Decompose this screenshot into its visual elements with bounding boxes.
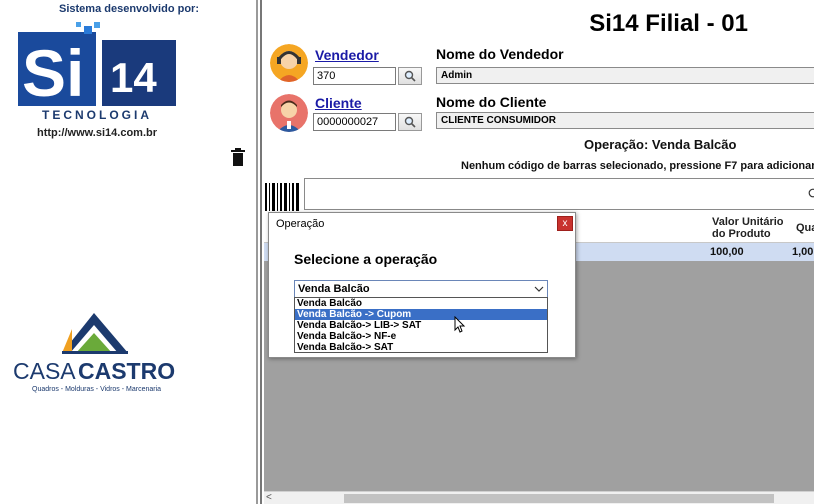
vendedor-code-input[interactable] bbox=[313, 67, 396, 85]
operation-dropdown-list: Venda Balcão Venda Balcão -> Cupom Venda… bbox=[294, 297, 548, 353]
system-label: Sistema desenvolvido por: bbox=[59, 3, 199, 15]
col-unit-price-header: Valor Unitário do Produto bbox=[712, 216, 784, 240]
person-icon bbox=[270, 94, 308, 132]
trash-icon[interactable] bbox=[230, 148, 246, 166]
operation-select-value: Venda Balcão bbox=[298, 283, 370, 295]
cliente-name-field: CLIENTE CONSUMIDOR bbox=[436, 112, 814, 129]
barcode-icon bbox=[265, 183, 299, 211]
scroll-left-arrow-icon[interactable]: < bbox=[266, 492, 272, 503]
horizontal-scrollbar[interactable]: < bbox=[264, 491, 814, 504]
si14-logo-14: 14 bbox=[110, 54, 157, 101]
casa-tagline: Quadros - Molduras - Vidros - Marcenaria bbox=[32, 386, 161, 393]
si14-logo-si: Si bbox=[22, 36, 84, 106]
dropdown-option[interactable]: Venda Balcão bbox=[295, 298, 547, 309]
operation-select[interactable]: Venda Balcão bbox=[294, 280, 548, 298]
operation-label: Operação: Venda Balcão bbox=[584, 137, 737, 152]
barcode-input[interactable] bbox=[304, 178, 814, 210]
dropdown-option[interactable]: Venda Balcão-> SAT bbox=[295, 342, 547, 353]
cliente-name-label: Nome do Cliente bbox=[436, 94, 547, 110]
chevron-down-icon bbox=[534, 286, 544, 292]
logo-subtitle: TECNOLOGIA bbox=[42, 108, 152, 122]
casa-brand-part2: CASTRO bbox=[78, 358, 175, 384]
left-panel: Sistema desenvolvido por: Si 14 TECNOLOG… bbox=[0, 0, 258, 504]
barcode-message: Nenhum código de barras selecionado, pre… bbox=[461, 160, 814, 172]
dialog-heading: Selecione a operação bbox=[294, 251, 438, 267]
cell-unit-price: 100,00 bbox=[710, 246, 744, 258]
page-title: Si14 Filial - 01 bbox=[589, 10, 748, 37]
website-label: http://www.si14.com.br bbox=[37, 127, 157, 139]
vendedor-name-field: Admin bbox=[436, 67, 814, 84]
col-qty-header: Qua bbox=[796, 222, 814, 234]
close-button[interactable]: x bbox=[557, 216, 573, 231]
operation-dialog: Operação x Selecione a operação Venda Ba… bbox=[268, 212, 576, 358]
vendedor-name-label: Nome do Vendedor bbox=[436, 46, 564, 62]
si14-logo: Si 14 bbox=[18, 22, 176, 106]
vendedor-search-button[interactable] bbox=[398, 67, 422, 85]
casa-brand-part1: CASA bbox=[13, 358, 76, 384]
dropdown-option-highlighted[interactable]: Venda Balcão -> Cupom bbox=[295, 309, 547, 320]
cliente-code-input[interactable] bbox=[313, 113, 396, 131]
cliente-link[interactable]: Cliente bbox=[315, 95, 362, 111]
magnifier-icon bbox=[404, 70, 416, 82]
vendedor-link[interactable]: Vendedor bbox=[315, 47, 379, 63]
search-icon[interactable] bbox=[808, 188, 814, 200]
scrollbar-thumb[interactable] bbox=[344, 494, 774, 503]
dropdown-option[interactable]: Venda Balcão-> LIB-> SAT bbox=[295, 320, 547, 331]
headset-agent-icon bbox=[270, 44, 308, 82]
cliente-search-button[interactable] bbox=[398, 113, 422, 131]
vendedor-avatar bbox=[270, 44, 308, 82]
dialog-title: Operação bbox=[276, 218, 325, 230]
cliente-avatar bbox=[270, 94, 308, 132]
cell-qty: 1,00 bbox=[792, 246, 814, 258]
mouse-cursor-icon bbox=[454, 316, 466, 333]
magnifier-icon bbox=[404, 116, 416, 128]
casa-castro-logo: CASA CASTRO Quadros - Molduras - Vidros … bbox=[13, 313, 175, 393]
dropdown-option[interactable]: Venda Balcão-> NF-e bbox=[295, 331, 547, 342]
